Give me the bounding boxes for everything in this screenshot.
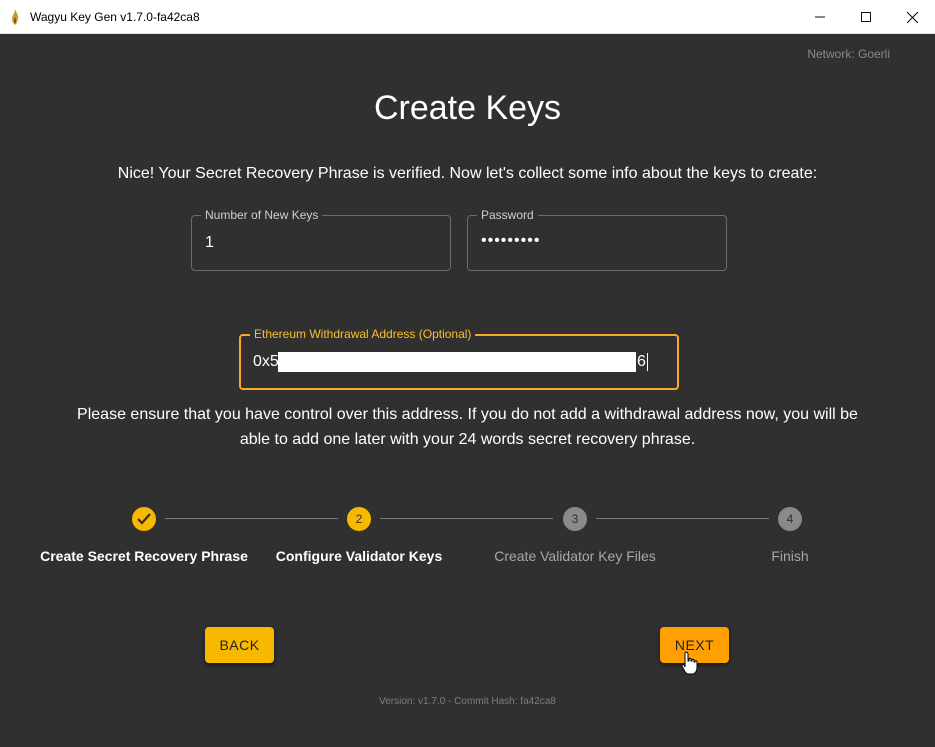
window-titlebar: Wagyu Key Gen v1.7.0-fa42ca8 <box>0 0 935 34</box>
step-4-label: Finish <box>771 548 809 564</box>
step-2-label: Configure Validator Keys <box>275 548 443 564</box>
step-connector <box>165 518 338 519</box>
hand-cursor-icon <box>681 651 698 675</box>
network-indicator: Network: Goerli <box>807 47 890 61</box>
maximize-icon <box>861 12 871 22</box>
withdrawal-address-field[interactable]: Ethereum Withdrawal Address (Optional) 0… <box>239 327 679 390</box>
withdrawal-address-label: Ethereum Withdrawal Address (Optional) <box>250 327 476 341</box>
window-title: Wagyu Key Gen v1.7.0-fa42ca8 <box>30 10 200 24</box>
redaction-bar <box>278 352 636 372</box>
back-button[interactable]: BACK <box>205 627 274 663</box>
withdrawal-address-prefix[interactable]: 0x5 <box>253 353 279 371</box>
password-input[interactable]: ••••••••• <box>481 232 540 250</box>
password-label: Password <box>477 208 538 222</box>
withdrawal-note: Please ensure that you have control over… <box>77 406 858 448</box>
check-icon <box>137 513 151 525</box>
step-3-label: Create Validator Key Files <box>494 548 656 564</box>
step-2-circle: 2 <box>347 507 371 531</box>
number-of-keys-field[interactable]: Number of New Keys 1 <box>191 208 451 271</box>
minimize-button[interactable] <box>797 0 843 34</box>
password-field[interactable]: Password ••••••••• <box>467 208 727 271</box>
step-connector <box>596 518 769 519</box>
step-connector <box>380 518 553 519</box>
close-icon <box>906 11 918 23</box>
number-of-keys-input[interactable]: 1 <box>205 234 214 252</box>
close-button[interactable] <box>889 0 935 34</box>
withdrawal-address-suffix[interactable]: 6 <box>637 353 648 371</box>
fire-icon <box>12 9 19 25</box>
step-1-check-icon <box>132 507 156 531</box>
version-footer: Version: v1.7.0 - Commit Hash: fa42ca8 <box>379 696 556 707</box>
main-content: Network: Goerli Create Keys Nice! Your S… <box>0 34 935 747</box>
maximize-button[interactable] <box>843 0 889 34</box>
step-1-label: Create Secret Recovery Phrase <box>40 548 248 564</box>
intro-text: Nice! Your Secret Recovery Phrase is ver… <box>117 165 818 182</box>
page-title: Create Keys <box>373 89 562 127</box>
minimize-icon <box>815 16 825 18</box>
step-4-circle: 4 <box>778 507 802 531</box>
step-3-circle: 3 <box>563 507 587 531</box>
number-of-keys-label: Number of New Keys <box>201 208 323 222</box>
